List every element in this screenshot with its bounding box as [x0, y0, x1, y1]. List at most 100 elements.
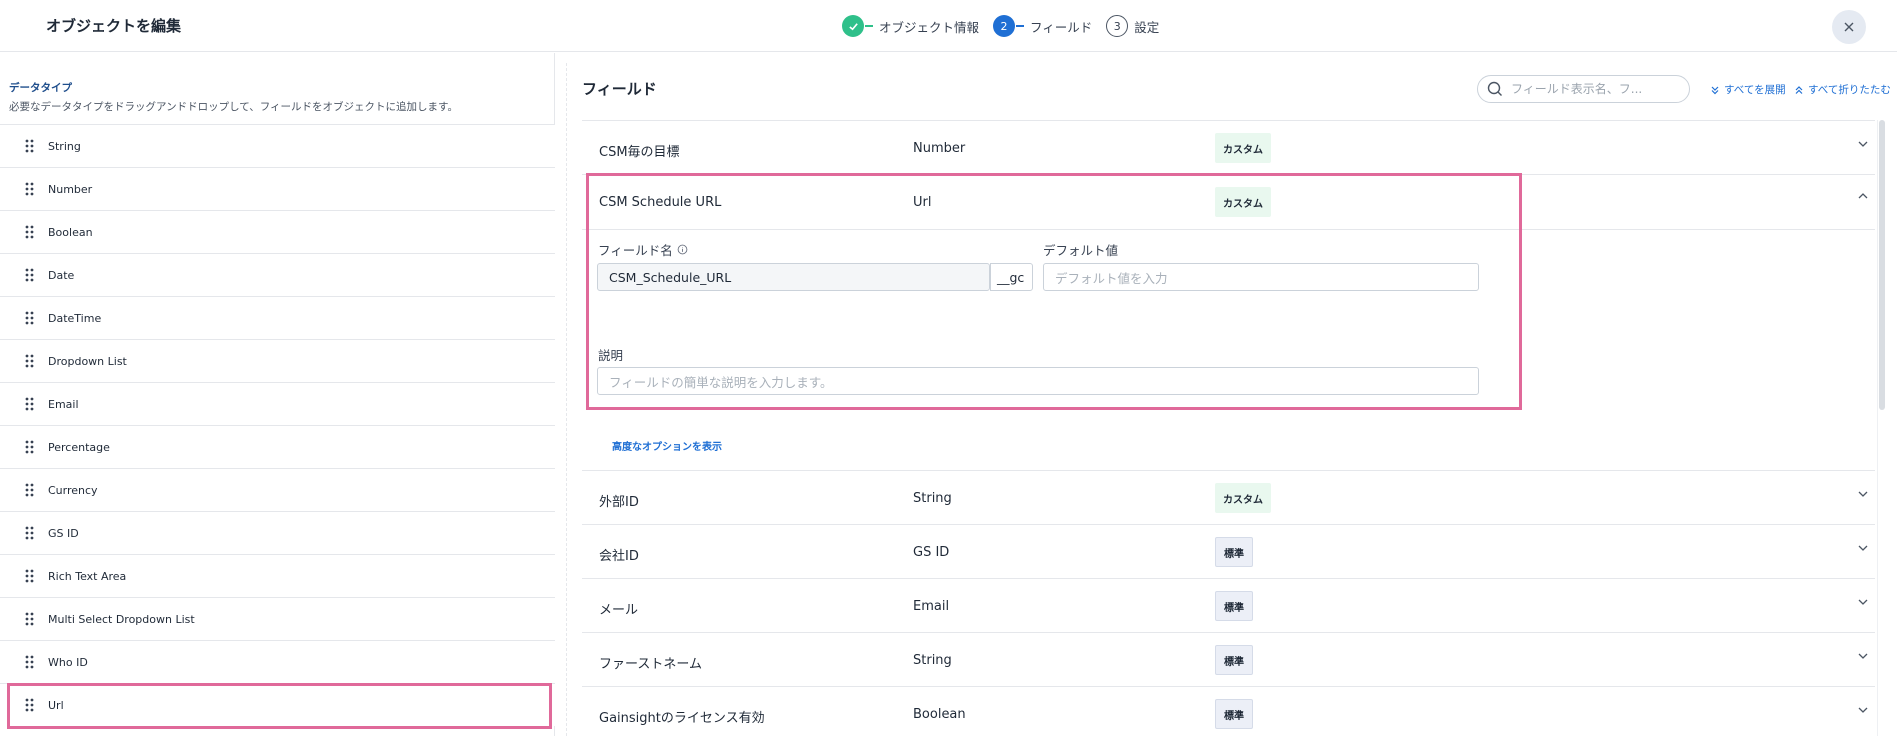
data-type-item[interactable]: String: [0, 124, 555, 167]
step-number: 3: [1106, 15, 1129, 37]
data-type-item[interactable]: Who ID: [0, 640, 555, 683]
chevron-down-icon[interactable]: [1857, 542, 1869, 554]
step-number: 2: [993, 15, 1016, 37]
data-type-item[interactable]: Boolean: [0, 210, 555, 253]
data-type-item[interactable]: Number: [0, 167, 555, 210]
step-label: フィールド: [1030, 19, 1093, 35]
data-types-title: データタイプ: [9, 82, 72, 94]
chevron-down-icon[interactable]: [1857, 138, 1869, 150]
field-name: 外部ID: [599, 495, 639, 510]
field-row[interactable]: 外部ID String カスタム: [582, 470, 1875, 524]
data-type-list: String Number Boolean Date DateTime Dropdown …: [0, 124, 555, 726]
field-name: Gainsightのライセンス有効: [599, 711, 765, 726]
highlight-url-data-type: [7, 683, 552, 729]
drag-handle-icon[interactable]: [24, 397, 36, 411]
collapse-all-link[interactable]: すべて折りたたむ: [1794, 82, 1891, 97]
scrollbar-thumb[interactable]: [1879, 120, 1885, 410]
drag-handle-icon[interactable]: [24, 182, 36, 196]
status-badge: カスタム: [1215, 133, 1271, 163]
description-input[interactable]: フィールドの簡単な説明を入力します。: [597, 367, 1479, 395]
double-chevron-down-icon: [1711, 86, 1719, 94]
search-icon: [1487, 81, 1502, 96]
field-type: GS ID: [913, 545, 950, 560]
data-type-item[interactable]: Date: [0, 253, 555, 296]
drag-handle-icon[interactable]: [24, 268, 36, 282]
data-type-item[interactable]: Percentage: [0, 425, 555, 468]
header-bar: オブジェクトを編集 オブジェクト情報 2 フィールド 3 設定: [0, 0, 1897, 52]
data-type-label: Dropdown List: [48, 354, 127, 368]
drag-handle-icon[interactable]: [24, 569, 36, 583]
status-badge: 標準: [1215, 591, 1253, 621]
field-name-label: フィールド名: [598, 240, 688, 259]
data-type-item[interactable]: Multi Select Dropdown List: [0, 597, 555, 640]
field-name-suffix: __gc: [990, 263, 1033, 291]
data-types-description: 必要なデータタイプをドラッグアンドドロップして、フィールドをオブジェクトに追加し…: [9, 101, 458, 113]
chevron-down-icon[interactable]: [1857, 596, 1869, 608]
data-type-label: Currency: [48, 483, 98, 497]
data-type-label: Date: [48, 268, 75, 282]
status-badge: 標準: [1215, 645, 1253, 675]
step-connector: [865, 25, 873, 27]
field-row[interactable]: CSM毎の目標 Number カスタム: [582, 120, 1875, 174]
close-button[interactable]: [1832, 10, 1866, 44]
step-label: オブジェクト情報: [879, 19, 980, 35]
field-name-input[interactable]: CSM_Schedule_URL: [597, 263, 990, 291]
advanced-options-link[interactable]: 高度なオプションを表示: [612, 438, 722, 453]
search-input[interactable]: [1511, 82, 1681, 96]
data-type-label: Who ID: [48, 655, 88, 669]
field-type: Boolean: [913, 707, 966, 722]
fields-title: フィールド: [582, 80, 657, 98]
field-type: Number: [913, 141, 966, 156]
data-type-item[interactable]: Email: [0, 382, 555, 425]
field-search[interactable]: [1477, 75, 1690, 103]
status-badge: 標準: [1215, 537, 1253, 567]
data-type-label: GS ID: [48, 526, 79, 540]
field-name: メール: [599, 603, 639, 618]
chevron-down-icon[interactable]: [1857, 650, 1869, 662]
collapse-all-label: すべて折りたたむ: [1808, 84, 1891, 96]
field-row[interactable]: ファーストネーム String 標準: [582, 632, 1875, 686]
status-badge: 標準: [1215, 699, 1253, 729]
drag-handle-icon[interactable]: [24, 354, 36, 368]
step-object-info[interactable]: オブジェクト情報: [842, 15, 979, 37]
expand-all-link[interactable]: すべてを展開: [1710, 82, 1786, 97]
data-type-label: Email: [48, 397, 79, 411]
data-type-label: Number: [48, 182, 93, 196]
field-row[interactable]: 会社ID GS ID 標準: [582, 524, 1875, 578]
data-type-label: Multi Select Dropdown List: [48, 612, 195, 626]
data-type-item[interactable]: DateTime: [0, 296, 555, 339]
data-type-label: Boolean: [48, 225, 93, 239]
field-type: Email: [913, 599, 950, 614]
field-row[interactable]: Gainsightのライセンス有効 Boolean 標準: [582, 686, 1875, 736]
step-connector: [1016, 25, 1025, 27]
chevron-up-icon[interactable]: [1857, 190, 1869, 202]
default-value-placeholder: デフォルト値を入力: [1055, 270, 1168, 286]
status-badge: カスタム: [1215, 483, 1271, 513]
drag-handle-icon[interactable]: [24, 612, 36, 626]
default-value-label: デフォルト値: [1043, 243, 1119, 258]
drag-handle-icon[interactable]: [24, 655, 36, 669]
step-settings[interactable]: 3 設定: [1106, 15, 1159, 37]
field-row[interactable]: メール Email 標準: [582, 578, 1875, 632]
data-type-item[interactable]: Currency: [0, 468, 555, 511]
field-name: 会社ID: [599, 549, 639, 564]
data-type-item[interactable]: Dropdown List: [0, 339, 555, 382]
chevron-down-icon[interactable]: [1857, 488, 1869, 500]
field-type: String: [913, 491, 952, 506]
default-value-input[interactable]: デフォルト値を入力: [1043, 263, 1479, 291]
info-icon[interactable]: [677, 244, 688, 255]
drag-handle-icon[interactable]: [24, 139, 36, 153]
page-title: オブジェクトを編集: [46, 17, 182, 35]
drag-handle-icon[interactable]: [24, 225, 36, 239]
data-type-item[interactable]: Rich Text Area: [0, 554, 555, 597]
drag-handle-icon[interactable]: [24, 440, 36, 454]
chevron-down-icon[interactable]: [1857, 704, 1869, 716]
drag-handle-icon[interactable]: [24, 311, 36, 325]
field-name: CSM毎の目標: [599, 145, 680, 160]
field-type: String: [913, 653, 952, 668]
step-fields[interactable]: 2 フィールド: [993, 15, 1092, 37]
drag-handle-icon[interactable]: [24, 526, 36, 540]
description-placeholder: フィールドの簡単な説明を入力します。: [609, 374, 833, 390]
drag-handle-icon[interactable]: [24, 483, 36, 497]
data-type-item[interactable]: GS ID: [0, 511, 555, 554]
